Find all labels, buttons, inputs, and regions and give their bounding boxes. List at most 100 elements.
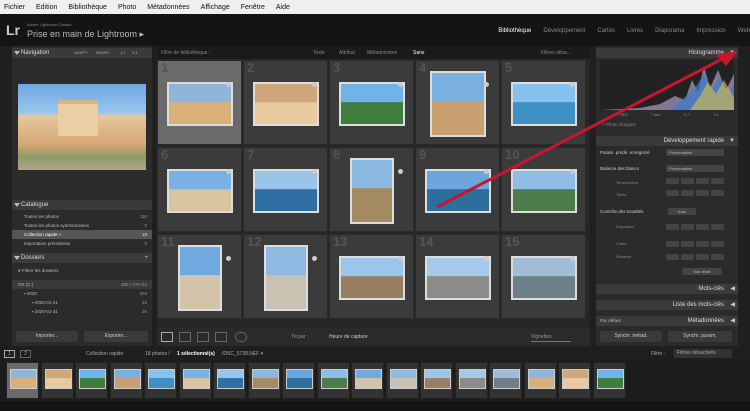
filmstrip-cell[interactable] [351, 362, 384, 399]
quick-collection-badge-icon[interactable] [570, 256, 575, 261]
photo-thumbnail[interactable] [166, 81, 233, 126]
volume-row[interactable]: OS (C:) 380 / 476 Go [12, 280, 152, 289]
catalog-item-selected[interactable]: Collection rapide + 18 [12, 230, 152, 239]
folder-item[interactable]: ▪ 2020-01-21 33 [12, 298, 152, 307]
filmstrip-thumbnail[interactable] [44, 369, 72, 389]
module-3[interactable]: Livres [627, 28, 643, 34]
expand-triangle-icon[interactable]: ◀ [730, 284, 735, 294]
grid-cell[interactable]: 13 [329, 234, 414, 319]
filmstrip-source[interactable]: Collection rapide [86, 351, 123, 357]
filmstrip-thumbnail[interactable] [148, 369, 175, 389]
photo-thumbnail[interactable] [252, 168, 319, 213]
photo-thumbnail[interactable] [510, 81, 577, 126]
grid-cell[interactable]: 8 [329, 147, 414, 232]
filter-none[interactable]: Sans [413, 50, 424, 56]
adjust-step-button[interactable] [696, 254, 709, 260]
adjust-step-button[interactable] [711, 241, 724, 247]
quick-collection-badge-icon[interactable] [226, 169, 231, 174]
grid-cell[interactable]: 12 [243, 234, 328, 319]
quick-collection-badge-icon[interactable] [484, 169, 489, 174]
grid-cell-selected[interactable]: 1 [157, 60, 242, 145]
menu-item[interactable]: Affichage [201, 4, 230, 11]
collapse-triangle-icon[interactable]: ▼ [729, 48, 735, 58]
catalog-item[interactable]: Toutes les photos 110 [12, 212, 152, 221]
filmstrip-thumbnail[interactable] [562, 369, 589, 389]
photo-thumbnail[interactable] [252, 81, 319, 126]
monitor-1-button[interactable]: 1 [4, 350, 15, 358]
grid-cell[interactable]: 10 [501, 147, 586, 232]
photo-thumbnail[interactable] [510, 255, 577, 300]
grid-cell[interactable]: 11 [157, 234, 242, 319]
filmstrip-cell[interactable] [420, 362, 453, 399]
filmstrip-cell[interactable] [109, 362, 143, 399]
filmstrip-thumbnail[interactable] [389, 369, 417, 389]
expand-triangle-icon[interactable]: ◀ [730, 300, 735, 310]
adjust-step-button[interactable] [666, 224, 679, 230]
filmstrip-thumbnail[interactable] [182, 369, 210, 389]
module-2[interactable]: Cartes [597, 28, 615, 34]
adjust-step-button[interactable] [681, 224, 694, 230]
add-folder-icon[interactable]: + [144, 253, 148, 263]
auto-tone-button[interactable]: Auto [668, 208, 696, 215]
filmstrip-cell[interactable] [213, 362, 246, 399]
adjust-step-button[interactable] [681, 178, 694, 184]
filmstrip-cell[interactable] [385, 362, 419, 399]
filmstrip-thumbnail[interactable] [217, 369, 244, 389]
grid-cell[interactable]: 2 [243, 60, 328, 145]
filmstrip-cell[interactable] [454, 362, 488, 399]
filmstrip-cell[interactable] [592, 362, 626, 399]
filmstrip-thumbnail[interactable] [527, 369, 555, 389]
module-6[interactable]: Web [738, 28, 750, 34]
adjust-step-button[interactable] [666, 254, 679, 260]
photo-thumbnail[interactable] [177, 244, 222, 311]
folders-header[interactable]: Dossiers + [12, 253, 152, 263]
adjust-step-button[interactable] [711, 190, 724, 196]
grid-cell[interactable]: 7 [243, 147, 328, 232]
monitor-2-button[interactable]: 2 [20, 350, 31, 358]
filmstrip-cell[interactable] [247, 362, 281, 399]
grid-cell[interactable]: 3 [329, 60, 414, 145]
adjust-step-button[interactable] [696, 241, 709, 247]
grid-cell[interactable]: 14 [415, 234, 500, 319]
module-4[interactable]: Diaporama [655, 28, 684, 34]
photo-thumbnail[interactable] [424, 168, 491, 213]
filmstrip-cell[interactable] [316, 362, 350, 399]
adjust-step-button[interactable] [711, 178, 724, 184]
menu-item[interactable]: Photo [118, 4, 136, 11]
grid-cell[interactable]: 4 [415, 60, 500, 145]
filmstrip-thumbnail[interactable] [458, 369, 486, 389]
photo-thumbnail[interactable] [429, 70, 486, 137]
filmstrip-thumbnail[interactable] [286, 369, 313, 389]
zoom-4to1[interactable]: 4:1 [132, 48, 138, 58]
filmstrip-cell[interactable] [40, 362, 74, 399]
filmstrip-cell[interactable] [489, 362, 522, 399]
module-5[interactable]: Impression [696, 28, 725, 34]
thumbnail-size-slider[interactable] [531, 341, 571, 342]
module-1[interactable]: Développement [543, 28, 585, 34]
photo-thumbnail[interactable] [166, 168, 233, 213]
quick-collection-badge-icon[interactable] [398, 82, 403, 87]
adjust-step-button[interactable] [681, 254, 694, 260]
catalog-item[interactable]: Importation précédente 0 [12, 239, 152, 248]
import-button[interactable]: Importer... [16, 331, 78, 342]
original-photo-toggle[interactable]: □ Photo d'origine [602, 122, 636, 127]
folder-filter[interactable]: ● Filtrer les dossiers [12, 266, 152, 275]
filmstrip-cell[interactable] [144, 362, 177, 399]
menu-item[interactable]: Fenêtre [241, 4, 265, 11]
quick-collection-badge-icon[interactable] [484, 82, 489, 87]
white-balance-select[interactable]: Personnalisé [666, 165, 724, 172]
export-button[interactable]: Exporter... [84, 331, 148, 342]
adjust-step-button[interactable] [666, 241, 679, 247]
quick-collection-badge-icon[interactable] [570, 169, 575, 174]
photo-thumbnail[interactable] [338, 255, 405, 300]
adjust-step-button[interactable] [666, 190, 679, 196]
quick-collection-badge-icon[interactable] [398, 256, 403, 261]
quick-collection-badge-icon[interactable] [312, 82, 317, 87]
photo-thumbnail[interactable] [510, 168, 577, 213]
filter-preset[interactable]: Filtres désa... [541, 50, 571, 56]
filmstrip-filter-select[interactable]: Filtres désactivés [674, 349, 732, 358]
filmstrip-thumbnail[interactable] [424, 369, 451, 389]
menu-item[interactable]: Bibliothèque [68, 4, 107, 11]
adjust-step-button[interactable] [696, 178, 709, 184]
collapse-triangle-icon[interactable] [14, 256, 20, 260]
